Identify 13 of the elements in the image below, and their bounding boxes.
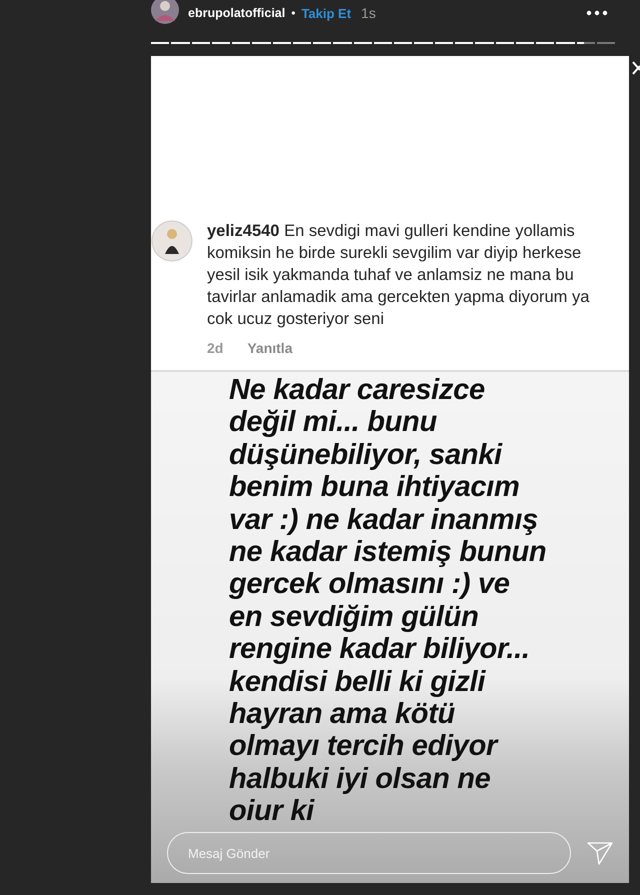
avatar-icon xyxy=(151,220,193,262)
message-field[interactable]: Mesaj Gönder xyxy=(167,832,572,874)
comment-text: yeliz4540 En sevdigi mavi gulleri kendine yollamis komiksin he birde surekli sevgilim var diyip herkese yesil isik yakmanda tuhaf ve anlamsiz ne mana bu tavirlar anlamadik ama gercekten yapma diyorum ya cok ucuz gosteriyor seni xyxy=(207,221,590,330)
more-icon[interactable] xyxy=(586,10,608,16)
username[interactable]: ebrupolatofficial xyxy=(188,6,286,20)
story-text: Ne kadar caresizce değil mi... bunu düşünebiliyor, sanki benim buna ihtiyacım var :) ne kadar inanmış ne kadar istemiş bunun gercek olmasını :) ve en sevdiğim gülün rengine kadar biliyor... kendisi belli ki gizli hayran ama kötü olmayı tercih ediyor halbuki iyi olsan ne oiur ki xyxy=(229,374,546,828)
comment-age: 2d xyxy=(207,340,224,356)
follow-link[interactable]: Takip Et xyxy=(301,6,352,20)
avatar-icon[interactable] xyxy=(150,0,180,25)
timestamp: 1s xyxy=(361,5,376,21)
close-icon[interactable] xyxy=(632,60,640,76)
separator: • xyxy=(291,6,296,20)
reply-link[interactable]: Yanıtla xyxy=(247,340,292,356)
